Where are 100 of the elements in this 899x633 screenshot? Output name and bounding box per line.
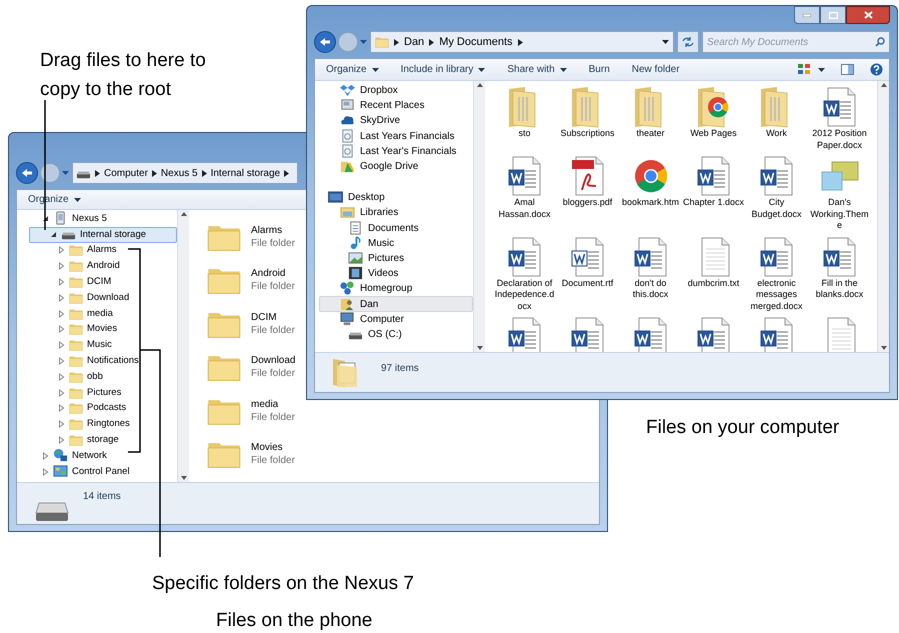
tree-item[interactable]: Download	[41, 290, 177, 306]
back-button[interactable]	[16, 162, 38, 184]
item-name[interactable]: Download	[251, 354, 296, 368]
navigation-item[interactable]: Last Years Financials	[319, 128, 473, 144]
file-name[interactable]: bloggers.pdf	[556, 197, 618, 208]
breadcrumb-arrow-icon[interactable]	[518, 38, 523, 46]
search-input[interactable]: Search My Documents	[707, 34, 867, 50]
file-name[interactable]: Dan's Working.Theme	[808, 197, 870, 232]
navigation-item[interactable]: Dropbox	[319, 83, 473, 98]
tree-item[interactable]: storage	[41, 432, 177, 448]
view-options-icon[interactable]	[798, 64, 810, 75]
file-name[interactable]: Subscriptions	[556, 128, 618, 140]
navigation-item[interactable]: OS (C:)	[319, 326, 473, 342]
toolbar-button[interactable]: Share with	[500, 60, 574, 80]
file-name[interactable]: electronic messages merged.docx	[746, 278, 808, 312]
navigation-item[interactable]: Computer	[319, 312, 473, 327]
tree-item[interactable]: Podcasts	[41, 400, 177, 416]
navigation-item[interactable]: Last Year's Financials	[319, 144, 473, 159]
scroll-down-arrow-icon[interactable]	[180, 476, 186, 480]
breadcrumb-arrow-icon[interactable]	[152, 170, 157, 176]
toolbar-button[interactable]: Organize	[319, 60, 386, 80]
scroll-up-arrow-icon[interactable]	[476, 83, 482, 87]
caret-icon[interactable]	[818, 68, 825, 72]
scrollbar[interactable]	[473, 81, 485, 352]
tree-item[interactable]: Android	[41, 258, 177, 274]
breadcrumb-item[interactable]: Internal storage	[210, 166, 280, 180]
search-icon[interactable]	[875, 37, 885, 47]
item-name[interactable]: media	[251, 398, 295, 411]
breadcrumb-arrow-icon[interactable]	[95, 170, 100, 176]
tree-item[interactable]: Internal storage	[29, 226, 177, 243]
navigation-item[interactable]: Videos	[319, 266, 473, 282]
file-name[interactable]: dumbcrim.txt	[682, 278, 744, 289]
tree-item[interactable]: Movies	[41, 322, 177, 338]
item-name[interactable]: DCIM	[251, 310, 295, 324]
item-name[interactable]: Android	[251, 267, 295, 280]
file-name[interactable]: theater	[620, 128, 682, 140]
minimize-button[interactable]	[794, 6, 820, 24]
expander-icon[interactable]	[50, 231, 57, 238]
file-name[interactable]: bookmark.htm	[620, 197, 682, 208]
file-name[interactable]: sto	[494, 128, 556, 140]
maximize-button[interactable]	[820, 6, 846, 24]
file-name[interactable]: Web Pages	[682, 128, 744, 140]
address-bar[interactable]: Dan My Documents	[370, 31, 674, 53]
tree-item[interactable]: obb	[41, 368, 177, 385]
scroll-up-arrow-icon[interactable]	[180, 212, 186, 216]
navigation-item[interactable]: Desktop	[319, 190, 473, 206]
forward-button[interactable]	[40, 163, 60, 183]
file-name[interactable]: Work	[746, 128, 808, 140]
item-name[interactable]: Movies	[251, 441, 295, 454]
navigation-item[interactable]: Music	[319, 236, 473, 251]
back-button[interactable]	[314, 31, 336, 53]
file-name[interactable]: City Budget.docx	[746, 197, 808, 220]
file-name[interactable]: don't do this.docx	[620, 278, 682, 300]
refresh-button[interactable]	[677, 31, 699, 53]
tree-item[interactable]: Network	[41, 448, 177, 464]
tree-item[interactable]: Alarms	[41, 242, 177, 258]
tree-item[interactable]: Nexus 5	[41, 211, 177, 227]
navigation-item[interactable]: SkyDrive	[319, 113, 473, 129]
scroll-down-arrow-icon[interactable]	[880, 346, 886, 350]
scrollbar[interactable]	[877, 81, 889, 352]
breadcrumb-item[interactable]: Nexus 5	[160, 166, 198, 180]
file-name[interactable]: Amal Hassan.docx	[494, 197, 556, 220]
toolbar-button[interactable]: Include in library	[394, 60, 492, 80]
search-field[interactable]: Search My Documents	[702, 31, 890, 53]
navigation-item[interactable]: Dan	[319, 296, 473, 312]
breadcrumb-arrow-icon[interactable]	[284, 170, 290, 176]
scrollbar[interactable]	[177, 210, 189, 482]
tree-item[interactable]: media	[41, 306, 177, 322]
file-name[interactable]: Fill in the blanks.docx	[808, 278, 870, 300]
breadcrumb-arrow-icon[interactable]	[429, 38, 434, 46]
preview-pane-icon[interactable]	[841, 64, 854, 75]
caret-icon[interactable]	[662, 40, 669, 44]
file-name[interactable]: Chapter 1.docx	[682, 197, 744, 208]
navigation-item[interactable]: Recent Places	[319, 98, 473, 114]
expander-icon[interactable]	[42, 215, 49, 222]
breadcrumb-arrow-icon[interactable]	[202, 170, 207, 176]
navigation-item[interactable]: Libraries	[319, 205, 473, 220]
tree-item[interactable]: Notifications	[41, 353, 177, 369]
file-name[interactable]: Document.rtf	[556, 278, 618, 289]
tree-item[interactable]: DCIM	[41, 274, 177, 290]
tree-item[interactable]: Ringtones	[41, 416, 177, 432]
breadcrumb-item[interactable]: Computer	[104, 166, 148, 180]
tree-item[interactable]: Control Panel	[41, 464, 177, 480]
file-name[interactable]: Declaration of Indepedence.docx	[494, 278, 556, 312]
scroll-up-arrow-icon[interactable]	[880, 83, 886, 87]
address-bar[interactable]: Computer Nexus 5 Internal storage	[72, 162, 298, 184]
scroll-down-arrow-icon[interactable]	[476, 346, 482, 350]
breadcrumb-arrow-icon[interactable]	[394, 38, 399, 46]
navigation-item[interactable]: Pictures	[319, 250, 473, 266]
breadcrumb-item[interactable]: My Documents	[439, 34, 513, 50]
file-name[interactable]: 2012 Position Paper.docx	[808, 128, 870, 151]
close-button[interactable]	[846, 6, 890, 24]
toolbar-button[interactable]: Burn	[582, 60, 617, 80]
tree-item[interactable]: Pictures	[41, 384, 177, 401]
navigation-item[interactable]: Documents	[319, 220, 473, 236]
help-icon[interactable]	[870, 63, 883, 76]
navigation-item[interactable]: Homegroup	[319, 281, 473, 296]
tree-item[interactable]: Music	[41, 337, 177, 354]
toolbar-button[interactable]: New folder	[624, 60, 687, 80]
navigation-item[interactable]: Google Drive	[319, 158, 473, 174]
